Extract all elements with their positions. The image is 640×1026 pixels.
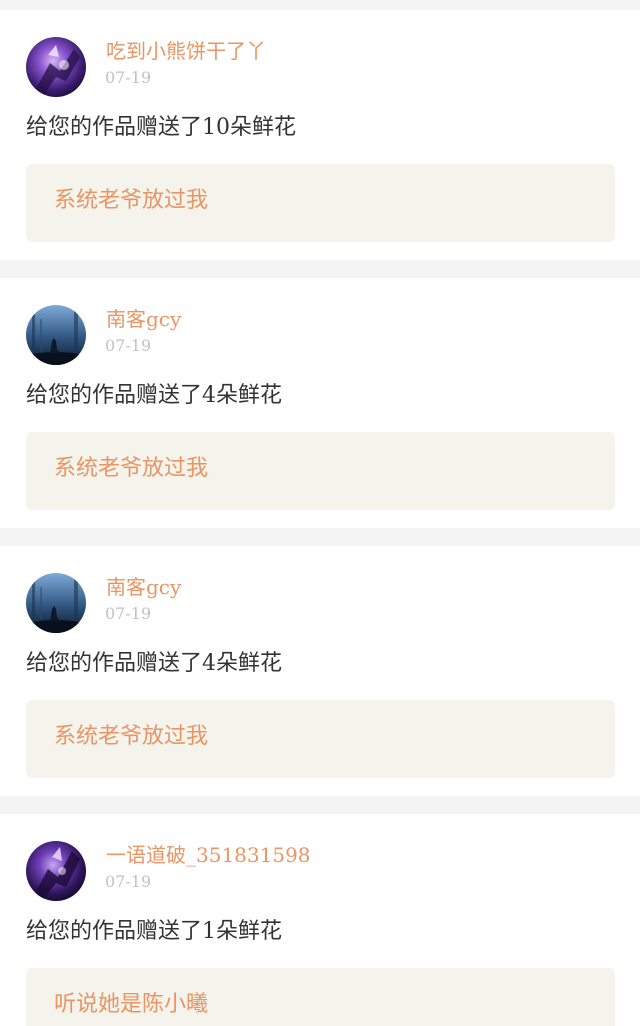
reply-box[interactable]: 系统老爷放过我 bbox=[26, 164, 615, 242]
username-link[interactable]: 吃到小熊饼干了丫 bbox=[106, 38, 266, 64]
post-date: 07-19 bbox=[105, 68, 152, 87]
reply-text: 系统老爷放过我 bbox=[54, 456, 209, 481]
wolf-forest-avatar-icon[interactable] bbox=[26, 305, 86, 365]
post-date: 07-19 bbox=[105, 872, 152, 891]
gift-message: 给您的作品赠送了1朵鲜花 bbox=[26, 919, 282, 944]
wolf-forest-avatar-icon[interactable] bbox=[26, 573, 86, 633]
feed-card: 吃到小熊饼干了丫 07-19 给您的作品赠送了10朵鲜花 系统老爷放过我 bbox=[0, 10, 640, 260]
gift-message: 给您的作品赠送了4朵鲜花 bbox=[26, 383, 282, 408]
feed-card: 南客gcy 07-19 给您的作品赠送了4朵鲜花 系统老爷放过我 bbox=[0, 546, 640, 796]
username-link[interactable]: 南客gcy bbox=[106, 574, 181, 600]
gift-feed: 吃到小熊饼干了丫 07-19 给您的作品赠送了10朵鲜花 系统老爷放过我 南客g… bbox=[0, 0, 640, 1026]
reply-text: 听说她是陈小曦 bbox=[54, 992, 209, 1017]
gift-message: 给您的作品赠送了10朵鲜花 bbox=[26, 115, 296, 140]
reply-text: 系统老爷放过我 bbox=[54, 724, 209, 749]
post-date: 07-19 bbox=[105, 604, 152, 623]
username-link[interactable]: 一语道破_351831598 bbox=[106, 842, 311, 868]
feed-card: 南客gcy 07-19 给您的作品赠送了4朵鲜花 系统老爷放过我 bbox=[0, 278, 640, 528]
reply-text: 系统老爷放过我 bbox=[54, 188, 209, 213]
gift-message: 给您的作品赠送了4朵鲜花 bbox=[26, 651, 282, 676]
purple-warrior-avatar-icon[interactable] bbox=[26, 841, 86, 901]
post-date: 07-19 bbox=[105, 336, 152, 355]
username-link[interactable]: 南客gcy bbox=[106, 306, 181, 332]
reply-box[interactable]: 系统老爷放过我 bbox=[26, 700, 615, 778]
purple-warrior-avatar-icon[interactable] bbox=[26, 37, 86, 97]
feed-card: 一语道破_351831598 07-19 给您的作品赠送了1朵鲜花 听说她是陈小… bbox=[0, 814, 640, 1026]
reply-box[interactable]: 系统老爷放过我 bbox=[26, 432, 615, 510]
reply-box[interactable]: 听说她是陈小曦 bbox=[26, 968, 615, 1026]
